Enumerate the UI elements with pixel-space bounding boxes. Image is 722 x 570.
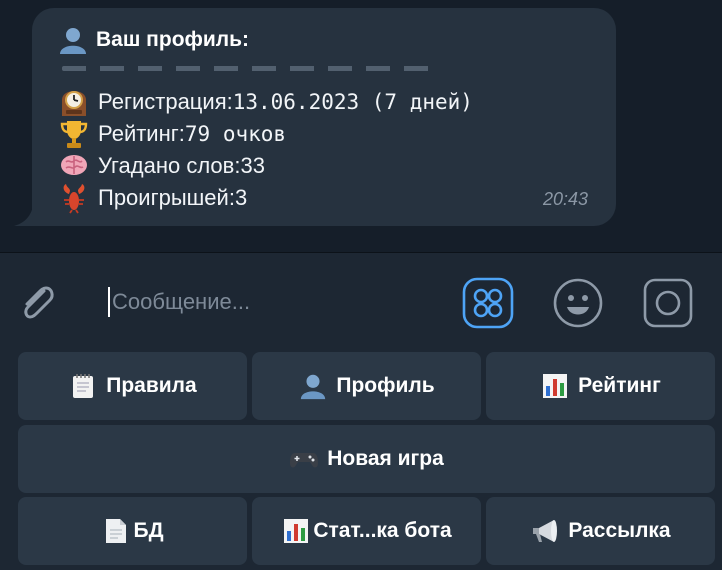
rating-line: Рейтинг: 79 очков xyxy=(58,118,473,150)
registration-label: Регистрация: xyxy=(98,89,233,114)
registration-line: Регистрация: 13.06.2023 (7 дней) xyxy=(58,86,473,118)
bar-chart-icon xyxy=(281,516,311,546)
dashed-divider xyxy=(62,66,432,71)
profile-stats: Регистрация: 13.06.2023 (7 дней) Рейтинг… xyxy=(58,86,473,214)
guessed-words-label: Угадано слов: xyxy=(98,153,241,178)
message-title-text: Ваш профиль: xyxy=(96,28,250,51)
new-game-button-label: Новая игра xyxy=(327,447,444,470)
text-caret xyxy=(108,287,110,317)
spiral-notepad-icon xyxy=(68,371,98,401)
rating-label: Рейтинг: xyxy=(98,121,185,146)
message-input[interactable]: Сообщение... xyxy=(112,289,250,315)
mantelpiece-clock-icon xyxy=(58,86,98,118)
bot-commands-button[interactable] xyxy=(462,277,514,329)
broadcast-button-label: Рассылка xyxy=(568,519,671,542)
page-facing-up-icon xyxy=(101,516,131,546)
rating-button-label: Рейтинг xyxy=(578,374,661,397)
bot-reply-keyboard: Правила Профиль Рейтинг Новая игра БД Ст… xyxy=(0,348,722,570)
bot-statistics-button-label: Стат...ка бота xyxy=(313,519,452,542)
telegram-chat-window: Ваш профиль: Регистрация: 13.06.2023 (7 xyxy=(0,0,722,570)
loudspeaker-icon xyxy=(530,516,560,546)
profile-button-label: Профиль xyxy=(336,374,435,397)
rules-button-label: Правила xyxy=(106,374,197,397)
profile-button[interactable]: Профиль xyxy=(252,352,481,420)
message-title: Ваш профиль: xyxy=(58,26,249,54)
bot-statistics-button[interactable]: Стат...ка бота xyxy=(252,497,481,565)
rating-button[interactable]: Рейтинг xyxy=(486,352,715,420)
brain-icon xyxy=(58,150,98,182)
attach-button[interactable] xyxy=(14,279,62,327)
smiley-icon xyxy=(553,278,603,328)
losses-value: 3 xyxy=(234,185,248,210)
new-game-button[interactable]: Новая игра xyxy=(18,425,715,493)
losses-label: Проигрышей: xyxy=(98,185,235,210)
chat-history: Ваш профиль: Регистрация: 13.06.2023 (7 xyxy=(0,0,722,252)
broadcast-button[interactable]: Рассылка xyxy=(486,497,715,565)
message-bubble[interactable]: Ваш профиль: Регистрация: 13.06.2023 (7 xyxy=(32,8,616,226)
message-input-bar: Сообщение... xyxy=(0,253,722,348)
rules-button[interactable]: Правила xyxy=(18,352,247,420)
database-button[interactable]: БД xyxy=(18,497,247,565)
lobster-icon xyxy=(58,182,98,214)
bust-silhouette-icon xyxy=(298,371,328,401)
database-button-label: БД xyxy=(133,519,164,542)
command-grid-icon xyxy=(462,277,514,329)
guessed-words-line: Угадано слов: 33 xyxy=(58,150,473,182)
bust-silhouette-icon xyxy=(58,25,88,55)
video-game-icon xyxy=(289,444,319,474)
message-timestamp: 20:43 xyxy=(542,189,588,209)
trophy-icon xyxy=(58,118,98,150)
bar-chart-icon xyxy=(540,371,570,401)
rating-value: 79 очков xyxy=(184,122,287,146)
guessed-words-value: 33 xyxy=(240,153,265,178)
losses-line: Проигрышей: 3 xyxy=(58,182,473,214)
emoji-button[interactable] xyxy=(552,277,604,329)
registration-value: 13.06.2023 (7 дней) xyxy=(232,90,473,114)
paperclip-icon xyxy=(24,286,54,319)
camera-icon xyxy=(643,278,693,328)
camera-button[interactable] xyxy=(642,277,694,329)
